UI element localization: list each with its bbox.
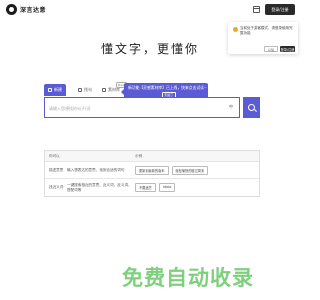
example-chip[interactable]: 不要迷茫 <box>135 183 156 192</box>
document-icon <box>78 88 82 92</box>
table-header: 你可以 <box>49 153 60 158</box>
search-input[interactable] <box>49 104 219 112</box>
example-chip[interactable]: 更新到最新的版本 <box>135 165 169 175</box>
row-description: 一键搜索相近的意思、近义词、反义词、搭配词等 <box>67 182 132 192</box>
popup-message: 当前处于游客模式，请登录使用完整功能 <box>240 26 293 35</box>
tooltip-text: 新功能【灵感素材库】已上线，快来点击试试~ <box>128 85 208 90</box>
usage-table: 你可以 示例 描述意思 输入想表达的意思，找到合适的词句 更新到最新的版本 轻松… <box>44 150 260 197</box>
tab-label: 新建 <box>54 87 62 92</box>
row-title: 找近义词 <box>49 185 64 189</box>
language-select[interactable]: 中 <box>229 104 233 110</box>
tab-new[interactable]: 新建 <box>44 84 66 96</box>
page-title: 懂文字，更懂你 <box>100 42 199 56</box>
tab-find-sentence[interactable]: 找句 <box>78 84 92 96</box>
new-icon <box>48 88 52 92</box>
library-icon <box>102 88 106 92</box>
calendar-icon[interactable] <box>253 6 260 13</box>
tab-label: 找句 <box>84 87 92 92</box>
row-title: 描述意思 <box>49 167 64 172</box>
top-header: 深言达意 登录/注册 <box>0 0 300 20</box>
search-button[interactable] <box>243 97 260 118</box>
table-header-row: 你可以 示例 <box>45 151 259 162</box>
promo-banner-text: 免费自动收录 <box>122 266 254 290</box>
logo-icon <box>6 4 17 15</box>
example-chip[interactable]: 轻松愉快的度过周末 <box>171 165 209 175</box>
search-icon <box>248 104 255 111</box>
table-header: 示例 <box>135 153 143 158</box>
warning-icon <box>233 27 238 32</box>
login-button[interactable]: 登录/注册 <box>265 4 295 15</box>
logo[interactable]: 深言达意 <box>6 4 46 15</box>
logo-text: 深言达意 <box>20 7 47 14</box>
search-box: 中 <box>44 97 240 118</box>
table-row: 描述意思 输入想表达的意思，找到合适的词句 更新到最新的版本 轻松愉快的度过周末 <box>45 162 259 179</box>
row-description: 输入想表达的意思，找到合适的词句 <box>67 167 125 172</box>
examples-cell: 更新到最新的版本 轻松愉快的度过周末 <box>135 165 259 175</box>
table-row: 找近义词 一键搜索相近的意思、近义词、反义词、搭配词等 不要迷茫 idiolo <box>45 179 259 196</box>
example-chip[interactable]: idiolo <box>158 183 176 192</box>
examples-cell: 不要迷茫 idiolo <box>135 183 259 192</box>
